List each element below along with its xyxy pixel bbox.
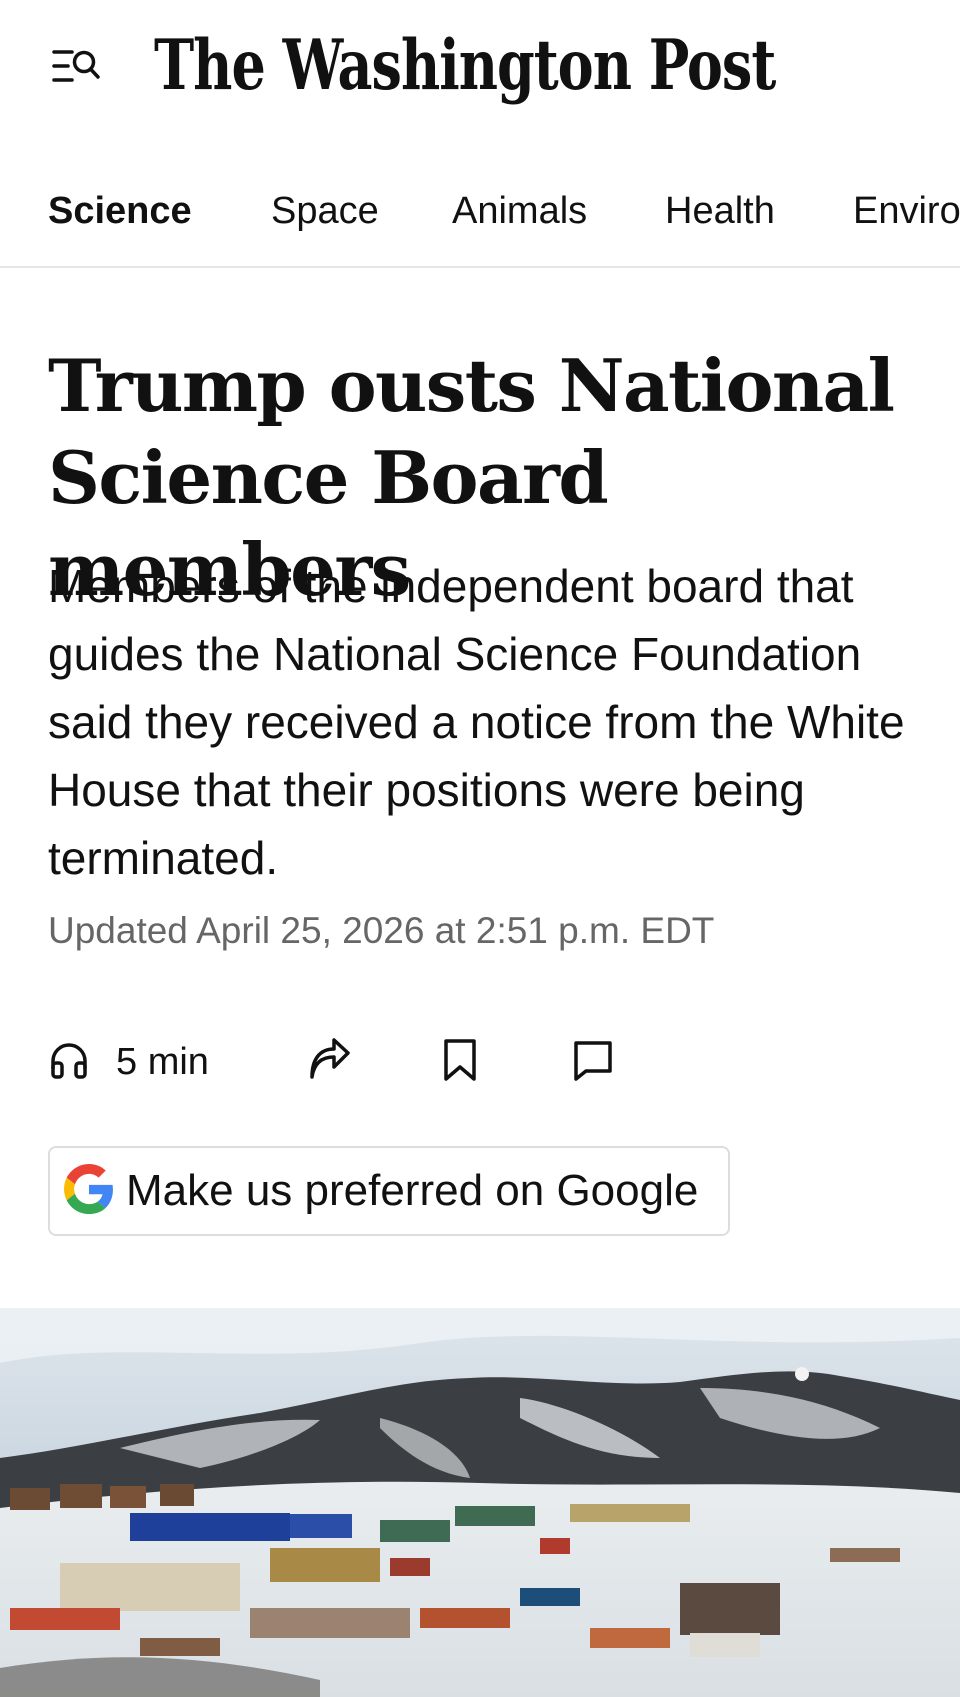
article-dek: Members of the independent board that gu… [48, 560, 905, 884]
comment-icon [572, 1039, 614, 1086]
share-icon [306, 1037, 352, 1088]
nav-item-animals[interactable]: Animals [452, 190, 587, 233]
nav-item-space[interactable]: Space [271, 190, 379, 233]
site-header: The Washington Post [0, 0, 960, 150]
listen-button[interactable]: 5 min [48, 1030, 209, 1094]
headline-line-1: Trump ousts National [48, 343, 895, 428]
article-actions: 5 min [48, 1030, 698, 1094]
headphones-icon [48, 1039, 90, 1086]
share-button[interactable] [306, 1030, 352, 1094]
nav-item-environment[interactable]: Enviro [853, 190, 960, 233]
bookmark-button[interactable] [442, 1030, 478, 1094]
nav-item-health[interactable]: Health [665, 190, 775, 233]
section-nav: Science Space Animals Health Enviro [0, 172, 960, 268]
listen-duration: 5 min [116, 1040, 209, 1083]
comments-button[interactable] [572, 1030, 614, 1094]
google-preferred-button[interactable]: Make us preferred on Google [48, 1146, 730, 1236]
google-preferred-label: Make us preferred on Google [126, 1166, 699, 1215]
article-timestamp: Updated April 25, 2026 at 2:51 p.m. EDT [48, 910, 715, 951]
bookmark-icon [442, 1038, 478, 1087]
google-logo-icon [64, 1163, 114, 1219]
masthead-logo[interactable]: The Washington Post [154, 30, 776, 99]
menu-search-icon[interactable] [48, 42, 104, 98]
nav-item-science[interactable]: Science [48, 190, 192, 233]
lead-photo[interactable] [0, 1308, 960, 1697]
